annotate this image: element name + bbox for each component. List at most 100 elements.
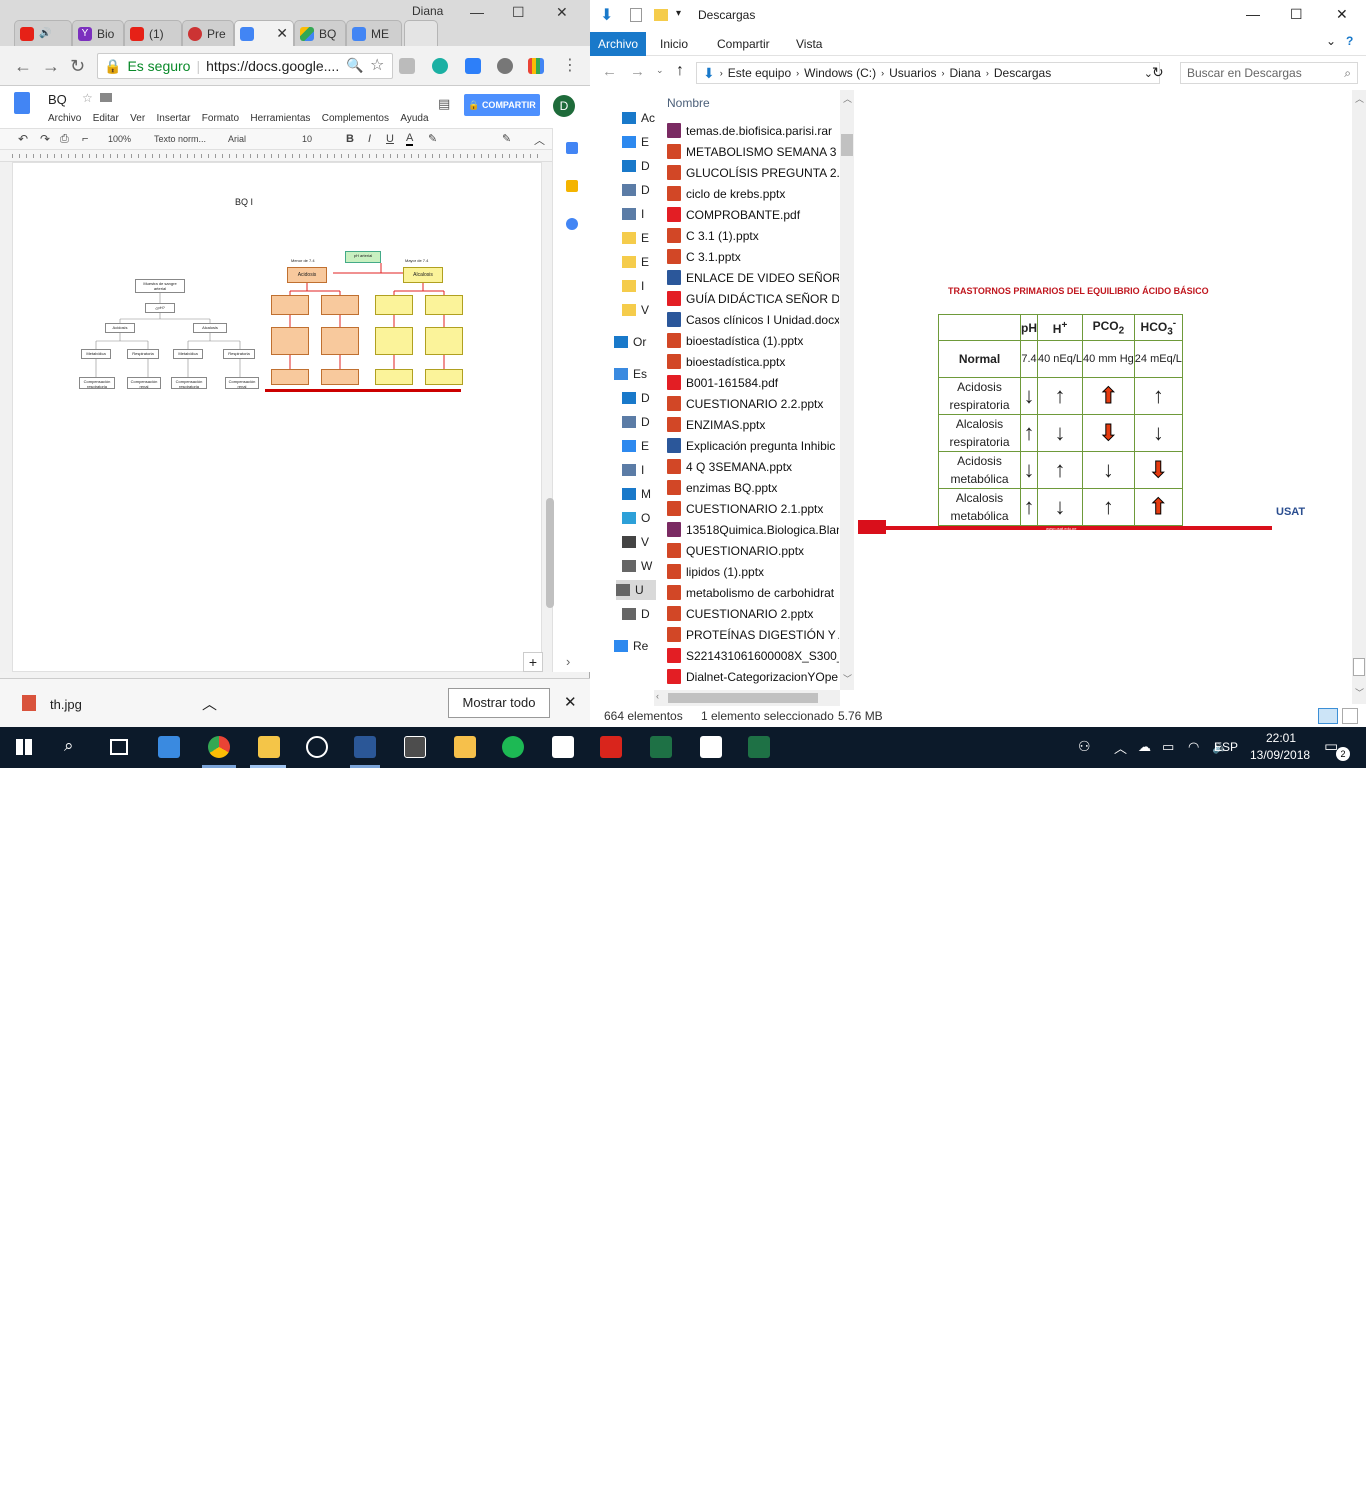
file-item[interactable]: CUESTIONARIO 2.1.pptx	[667, 498, 839, 519]
close-window-icon[interactable]: ✕	[556, 4, 568, 21]
menu-ayuda[interactable]: Ayuda	[400, 113, 428, 124]
menu-ver[interactable]: Ver	[130, 113, 145, 124]
tab-me[interactable]: ME	[346, 20, 402, 46]
file-list-hscrollbar[interactable]: ‹	[654, 690, 840, 706]
ribbon-expand-icon[interactable]: ⌄	[1326, 34, 1336, 48]
file-item[interactable]: Dialnet-CategorizacionYOpe	[667, 666, 839, 687]
nav-item[interactable]: D	[622, 388, 650, 408]
file-item[interactable]: CUESTIONARIO 2.pptx	[667, 603, 839, 624]
tab-pre[interactable]: Pre	[182, 20, 234, 46]
profile-name[interactable]: Diana	[412, 4, 443, 18]
nav-item[interactable]: D	[622, 180, 650, 200]
minimize-icon[interactable]: —	[1246, 6, 1260, 22]
language-indicator[interactable]: ESP	[1214, 740, 1238, 754]
tab-drive-bq[interactable]: BQ	[294, 20, 346, 46]
alarms-icon[interactable]	[306, 736, 328, 758]
download-filename[interactable]: th.jpg	[50, 697, 82, 712]
new-folder-icon[interactable]	[654, 9, 668, 21]
file-item[interactable]: lipidos (1).pptx	[667, 561, 839, 582]
menu-complementos[interactable]: Complementos	[322, 113, 389, 124]
file-item[interactable]: metabolismo de carbohidrat	[667, 582, 839, 603]
redo-icon[interactable]: ↷	[40, 132, 50, 146]
file-item[interactable]: bioestadística (1).pptx	[667, 330, 839, 351]
nav-item[interactable]: Ac	[622, 108, 655, 128]
sticky-notes-icon[interactable]	[454, 736, 476, 758]
file-item[interactable]: temas.de.biofisica.parisi.rar	[667, 120, 839, 141]
acrobat-icon[interactable]	[600, 736, 622, 758]
search-icon[interactable]: 🔍	[346, 57, 363, 74]
file-item[interactable]: GUÍA DIDÁCTICA SEÑOR DO	[667, 288, 839, 309]
star-icon[interactable]: ☆	[82, 91, 93, 105]
reload-icon[interactable]: ↻	[70, 56, 85, 77]
tab-yahoo[interactable]: Y Bio	[72, 20, 124, 46]
nav-item[interactable]: D	[622, 412, 650, 432]
bookmark-star-icon[interactable]: ☆	[370, 55, 384, 75]
style-select[interactable]: Texto norm...	[154, 134, 206, 144]
file-item[interactable]: S221431061600008X_S300_es.	[667, 645, 839, 666]
italic-button[interactable]: I	[368, 133, 371, 145]
nav-item[interactable]: W	[622, 556, 652, 576]
chrome-icon[interactable]	[208, 736, 230, 758]
undo-icon[interactable]: ↶	[18, 132, 28, 146]
file-item[interactable]: bioestadística.pptx	[667, 351, 839, 372]
tab-youtube-bio[interactable]: 🔊	[14, 20, 72, 46]
file-list-scrollbar[interactable]: ︿ ﹀	[840, 90, 854, 690]
qat-dropdown-icon[interactable]: ▾	[676, 8, 681, 19]
text-color-button[interactable]: A	[406, 132, 414, 146]
document-page[interactable]: BQ I Muestra de sangre arterial ¿pH? Aci…	[12, 162, 542, 672]
file-item[interactable]: ciclo de krebs.pptx	[667, 183, 839, 204]
nav-item[interactable]: I	[622, 460, 644, 480]
column-header-name[interactable]: Nombre	[667, 96, 710, 110]
file-item[interactable]: ENZIMAS.pptx	[667, 414, 839, 435]
calculator-icon[interactable]	[404, 736, 426, 758]
menu-archivo[interactable]: Archivo	[48, 113, 81, 124]
bold-button[interactable]: B	[346, 133, 354, 145]
file-item[interactable]: PROTEÍNAS DIGESTIÓN Y AB	[667, 624, 839, 645]
breadcrumb-usuarios[interactable]: Usuarios	[889, 66, 936, 80]
close-download-bar-icon[interactable]: ✕	[564, 693, 577, 711]
address-bar[interactable]: ⬇ › Este equipo › Windows (C:) › Usuario…	[696, 62, 1160, 84]
calendar-icon[interactable]	[566, 142, 578, 154]
nav-item[interactable]: U	[616, 580, 656, 600]
file-explorer-icon[interactable]	[258, 736, 280, 758]
nav-item[interactable]: E	[622, 228, 649, 248]
file-item[interactable]: C 3.1 (1).pptx	[667, 225, 839, 246]
chevron-up-icon[interactable]: ︿	[202, 693, 217, 714]
highlight-icon[interactable]: ✎	[428, 132, 437, 145]
back-icon[interactable]: ←	[602, 63, 617, 80]
nav-item[interactable]: O	[622, 508, 650, 528]
nav-item[interactable]: D	[622, 156, 650, 176]
nav-item[interactable]: M	[622, 484, 651, 504]
minimize-icon[interactable]: —	[470, 4, 484, 20]
up-icon[interactable]: ↑	[676, 62, 684, 80]
bulb-extension-icon[interactable]	[497, 58, 513, 74]
nav-item[interactable]: V	[622, 300, 649, 320]
breadcrumb-este-equipo[interactable]: Este equipo	[728, 66, 791, 80]
nav-item[interactable]: E	[622, 252, 649, 272]
file-item[interactable]: QUESTIONARIO.pptx	[667, 540, 839, 561]
spotify-icon[interactable]	[502, 736, 524, 758]
help-icon[interactable]: ?	[1346, 34, 1353, 48]
new-tab-button[interactable]	[404, 20, 438, 46]
preview-scrollbar[interactable]: ︿ ﹀	[1352, 90, 1366, 704]
editing-mode-icon[interactable]: ✎	[502, 132, 511, 145]
refresh-icon[interactable]: ↻	[1152, 64, 1164, 81]
nav-item[interactable]: Re	[614, 636, 648, 656]
menu-editar[interactable]: Editar	[93, 113, 119, 124]
doc-title[interactable]: BQ	[48, 92, 67, 107]
battery-icon[interactable]: ▭	[1162, 739, 1174, 755]
scroll-left-icon[interactable]: ‹	[656, 691, 659, 701]
share-button[interactable]: 🔒 COMPARTIR	[464, 94, 540, 116]
nav-item[interactable]: E	[622, 436, 649, 456]
nav-item[interactable]: I	[622, 204, 644, 224]
word-icon[interactable]	[354, 736, 376, 758]
forward-icon[interactable]: →	[630, 63, 645, 80]
tab-compartir[interactable]: Compartir	[717, 37, 770, 51]
details-view-icon[interactable]	[1318, 708, 1338, 724]
windows-start-icon[interactable]	[16, 739, 32, 755]
breadcrumb-descargas[interactable]: Descargas	[994, 66, 1051, 80]
menu-herramientas[interactable]: Herramientas	[250, 113, 310, 124]
file-item[interactable]: GLUCOLÍSIS PREGUNTA 2.ppt	[667, 162, 839, 183]
hscroll-thumb[interactable]	[668, 693, 818, 703]
back-icon[interactable]: ←	[14, 56, 32, 77]
